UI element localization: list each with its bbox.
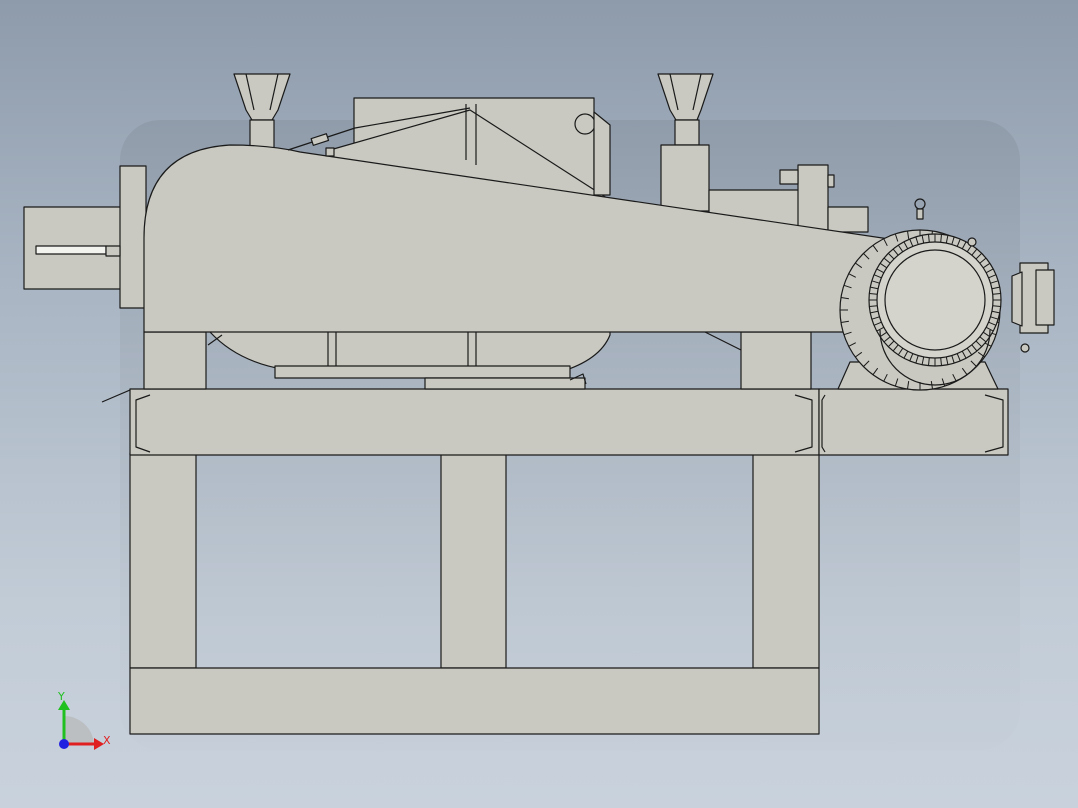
bearing-bolt-head xyxy=(779,169,799,185)
coordinate-triad: Y X xyxy=(57,690,111,750)
triad-arc xyxy=(64,715,94,744)
left-end-sight-window xyxy=(35,245,107,255)
left-end-collar xyxy=(105,245,121,257)
shaft-to-motor xyxy=(827,206,869,233)
right-hopper-neck xyxy=(674,119,700,146)
left-hopper-funnel xyxy=(233,73,291,121)
bearing-stud xyxy=(827,174,835,188)
motor-end-bell xyxy=(876,241,994,359)
triad-y-label: Y xyxy=(57,690,65,703)
motor-terminal-cap xyxy=(1035,269,1055,326)
left-support-column xyxy=(143,331,207,390)
frame-left-leg xyxy=(129,452,197,669)
motor-lifting-eye-stem xyxy=(916,208,924,220)
cad-viewport[interactable]: Y X xyxy=(0,0,1078,808)
right-hopper-column xyxy=(660,144,710,212)
triad-x-label: X xyxy=(103,734,111,747)
frame-top-beam xyxy=(129,388,820,456)
drum-bottom-flange xyxy=(274,365,571,379)
triad-z-origin xyxy=(59,739,69,749)
motor-terminal-gland xyxy=(1011,271,1023,327)
motor-small-bolt xyxy=(967,237,977,247)
right-support-column xyxy=(740,331,812,390)
right-hopper-funnel xyxy=(657,73,714,121)
frame-middle-leg xyxy=(440,452,507,669)
drum-side-plate xyxy=(593,111,611,196)
drum-bottom-plate xyxy=(424,377,586,390)
motor-base-plate xyxy=(818,388,1009,456)
left-end-assembly[interactable] xyxy=(23,165,147,309)
guard-latch xyxy=(325,147,335,157)
model-canvas[interactable]: Y X xyxy=(0,0,1078,808)
motor-ground-bolt xyxy=(1020,343,1030,353)
bearing-flange xyxy=(797,164,829,236)
frame-bottom-beam xyxy=(129,667,820,735)
left-end-flange xyxy=(119,165,147,309)
drum-lift-hole xyxy=(574,113,596,135)
frame-right-leg xyxy=(752,452,820,669)
